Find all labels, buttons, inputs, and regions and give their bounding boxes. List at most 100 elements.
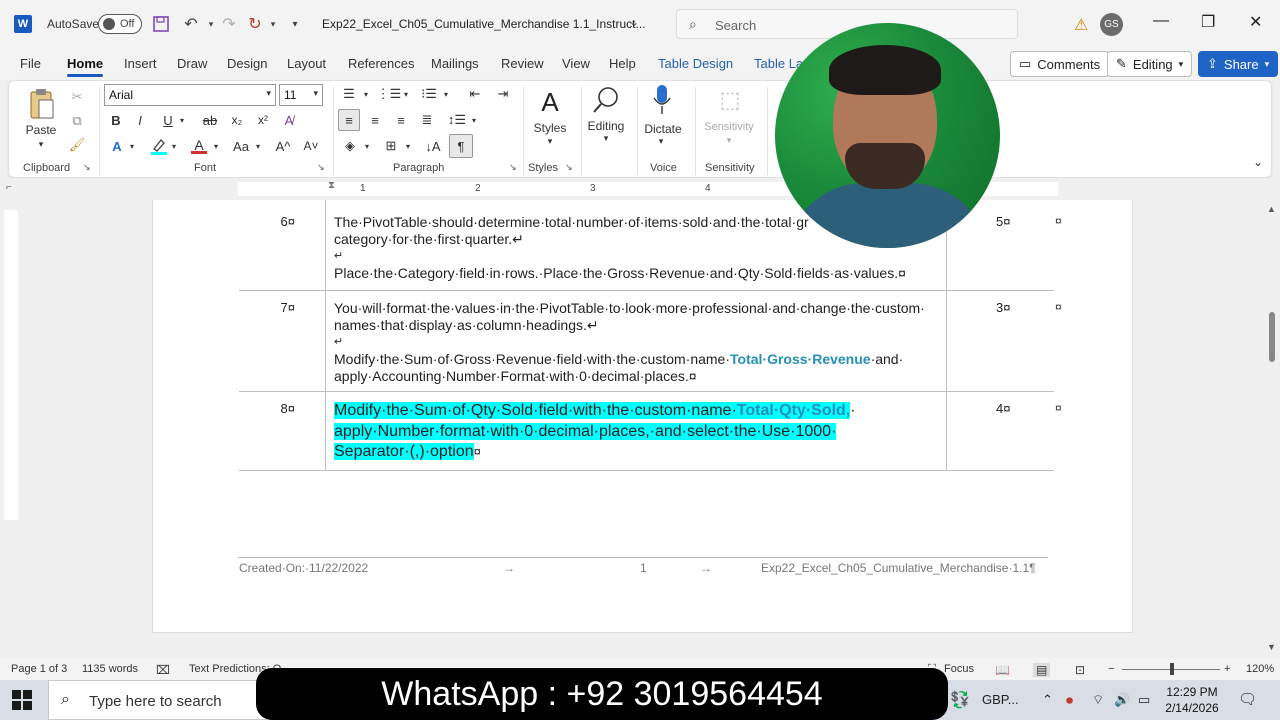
proofing-icon[interactable]: ⌧ <box>156 663 170 677</box>
tab-review[interactable]: Review <box>501 56 544 71</box>
chevron-down-icon[interactable]: ▾ <box>177 111 187 129</box>
currency-icon[interactable]: 💱 <box>950 690 970 710</box>
tab-references[interactable]: References <box>348 56 414 71</box>
highlight-icon[interactable] <box>149 137 169 155</box>
clear-formatting-icon[interactable]: A̸ <box>279 111 299 129</box>
zoom-level[interactable]: 120% <box>1246 663 1274 675</box>
chevron-down-icon[interactable]: ▾ <box>361 85 371 103</box>
redo-icon[interactable]: ↷ <box>218 13 240 35</box>
tab-view[interactable]: View <box>562 56 590 71</box>
align-right-icon[interactable]: ≡ <box>391 109 411 131</box>
volume-icon[interactable]: 🔊 <box>1114 692 1130 708</box>
superscript-icon[interactable]: x² <box>253 111 273 129</box>
chevron-down-icon[interactable]: ▾ <box>600 133 612 144</box>
dialog-launcher-icon[interactable]: ↘ <box>565 162 573 173</box>
editing-group-button[interactable]: Editing <box>583 119 629 133</box>
collapse-ribbon-icon[interactable]: ⌄ <box>1251 155 1265 169</box>
focus-label[interactable]: Focus <box>944 663 974 675</box>
multilevel-list-icon[interactable]: ⁝☰ <box>419 85 439 103</box>
cut-icon[interactable]: ✂ <box>67 87 87 107</box>
chevron-down-icon[interactable]: ⌄ <box>629 15 639 29</box>
document-title[interactable]: Exp22_Excel_Ch05_Cumulative_Merchandise … <box>322 17 646 31</box>
align-left-icon[interactable]: ≡ <box>338 109 360 131</box>
scroll-up-icon[interactable]: ▲ <box>1267 204 1276 214</box>
close-icon[interactable]: ✕ <box>1249 12 1262 32</box>
styles-label[interactable]: Styles <box>527 121 573 135</box>
borders-icon[interactable]: ⊞ <box>381 136 401 156</box>
font-name-combo[interactable]: Arial ▾ <box>104 84 276 106</box>
restore-icon[interactable]: ❐ <box>1201 12 1215 32</box>
web-layout-icon[interactable]: ⊡ <box>1075 663 1085 677</box>
paste-label[interactable]: Paste <box>25 123 57 137</box>
share-button[interactable]: ⇪ Share ▾ <box>1198 51 1279 77</box>
footer-page-number[interactable]: 1 <box>640 561 647 575</box>
undo-icon[interactable]: ↶ <box>180 13 202 35</box>
shrink-font-icon[interactable]: A˅ <box>301 137 321 155</box>
dictate-label[interactable]: Dictate <box>639 122 687 136</box>
subscript-icon[interactable]: x₂ <box>227 111 247 129</box>
chevron-down-icon[interactable]: ▾ <box>169 137 179 155</box>
bold-icon[interactable]: B <box>107 111 125 129</box>
track-dropdown-icon[interactable]: ▾ <box>262 13 284 35</box>
chevron-up-icon[interactable]: ⌃ <box>1042 692 1053 708</box>
numbering-icon[interactable]: ⋮☰ <box>377 85 402 103</box>
tab-file[interactable]: File <box>20 56 41 71</box>
tab-table-design[interactable]: Table Design <box>658 56 733 71</box>
tab-selector-icon[interactable]: ⌐ <box>6 182 12 193</box>
change-case-icon[interactable]: Aa <box>229 137 253 155</box>
tray-app-label[interactable]: GBP... <box>982 692 1019 707</box>
styles-icon[interactable]: A <box>533 85 567 119</box>
decrease-indent-icon[interactable]: ⇤ <box>465 85 485 103</box>
text-effects-icon[interactable]: A <box>107 137 127 155</box>
windows-start-icon[interactable] <box>12 690 32 710</box>
footer-filename[interactable]: Exp22_Excel_Ch05_Cumulative_Merchandise·… <box>761 561 1036 575</box>
strikethrough-icon[interactable]: ab <box>199 111 221 129</box>
dialog-launcher-icon[interactable]: ↘ <box>509 162 517 173</box>
tab-mailings[interactable]: Mailings <box>431 56 479 71</box>
zoom-slider-thumb[interactable] <box>1170 663 1174 675</box>
avatar[interactable]: GS <box>1100 13 1123 36</box>
battery-icon[interactable]: ▭ <box>1138 692 1150 708</box>
step-description-highlighted[interactable]: Modify·the·Sum·of·Qty·Sold·field·with·th… <box>334 401 924 463</box>
autosave-toggle[interactable]: Off <box>98 14 142 34</box>
tab-help[interactable]: Help <box>609 56 636 71</box>
copy-icon[interactable]: ⧉ <box>67 111 87 131</box>
table-row[interactable]: 7¤ You·will·format·the·values·in·the·Piv… <box>239 291 1062 392</box>
sensitivity-label[interactable]: Sensitivity <box>699 121 759 133</box>
dialog-launcher-icon[interactable]: ↘ <box>83 162 91 173</box>
system-clock[interactable]: 12:29 PM 2/14/2026 <box>1160 684 1224 716</box>
scroll-thumb[interactable] <box>1269 312 1275 362</box>
indent-marker-icon[interactable]: ⧗ <box>328 180 335 191</box>
show-formatting-marks-icon[interactable]: ¶ <box>449 134 473 158</box>
align-center-icon[interactable]: ≡ <box>365 109 385 131</box>
page-count[interactable]: Page 1 of 3 <box>11 663 67 675</box>
dialog-launcher-icon[interactable]: ↘ <box>317 162 325 173</box>
chevron-down-icon[interactable]: ▾ <box>441 85 451 103</box>
line-spacing-icon[interactable]: ↕☰ <box>447 109 467 131</box>
chevron-down-icon[interactable]: ▾ <box>655 136 667 147</box>
footer-created-on[interactable]: Created·On:·11/22/2022 <box>239 561 368 575</box>
paste-icon[interactable] <box>27 87 57 121</box>
print-layout-icon[interactable]: ▤ <box>1033 663 1051 677</box>
zoom-out-icon[interactable]: − <box>1108 663 1114 675</box>
bullets-icon[interactable]: ☰ <box>339 85 359 103</box>
comments-button[interactable]: ▭ Comments <box>1010 51 1110 77</box>
wifi-icon[interactable]: ⌔ <box>1092 692 1104 708</box>
sensitivity-icon[interactable]: ⬚ <box>715 85 745 115</box>
italic-icon[interactable]: I <box>131 111 149 129</box>
customize-toolbar-icon[interactable]: ▾ <box>284 13 306 35</box>
chevron-down-icon[interactable]: ▾ <box>362 136 372 156</box>
shading-icon[interactable]: ◈ <box>340 136 360 156</box>
vertical-ruler[interactable] <box>4 210 18 520</box>
tab-layout[interactable]: Layout <box>287 56 326 71</box>
vertical-scrollbar[interactable]: ▲ ▼ <box>1264 200 1280 658</box>
record-icon[interactable]: ⏺ <box>1066 692 1073 709</box>
save-icon[interactable] <box>150 13 172 35</box>
chevron-down-icon[interactable]: ▾ <box>211 137 221 155</box>
chevron-down-icon[interactable]: ▾ <box>127 137 137 155</box>
chevron-down-icon[interactable]: ▾ <box>35 139 47 150</box>
tab-design[interactable]: Design <box>227 56 267 71</box>
chevron-down-icon[interactable]: ▾ <box>723 135 735 146</box>
chevron-down-icon[interactable]: ▾ <box>403 136 413 156</box>
format-painter-icon[interactable]: 🖌 <box>67 135 87 155</box>
